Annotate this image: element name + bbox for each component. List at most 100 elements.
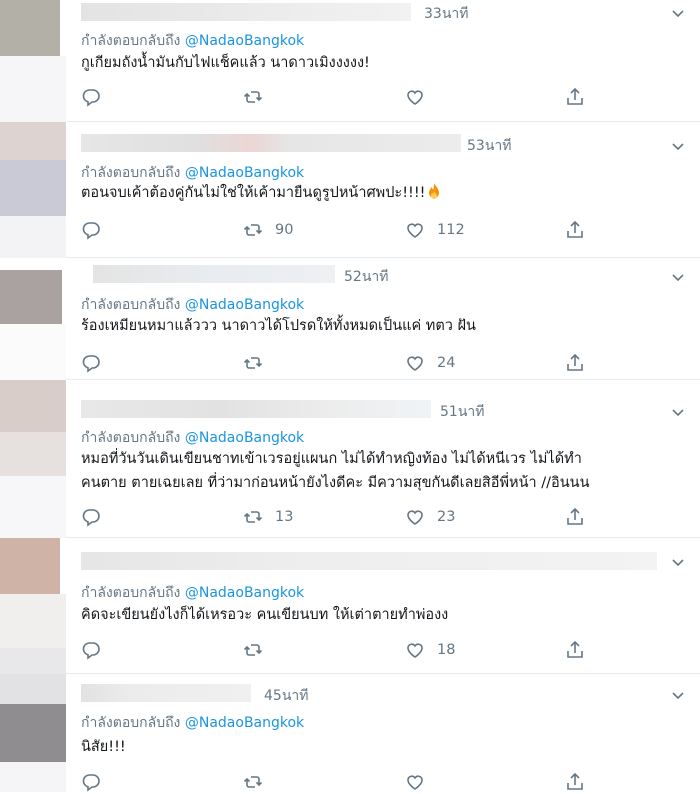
share-button[interactable] bbox=[565, 351, 585, 375]
mention-link[interactable]: @NadaoBangkok bbox=[185, 33, 304, 49]
like-button[interactable] bbox=[405, 85, 437, 109]
chevron-down-icon[interactable] bbox=[670, 687, 686, 703]
mention-link[interactable]: @NadaoBangkok bbox=[185, 165, 304, 181]
tweet-actions: 90 112 bbox=[81, 218, 601, 242]
reply-to-line: กำลังตอบกลับถึง @NadaoBangkok bbox=[81, 297, 305, 313]
tweet-text: กูเกียมถังน้ำมันกับไฟแช็คแล้ว นาดาวเมิงง… bbox=[81, 55, 370, 71]
like-icon bbox=[407, 643, 423, 658]
share-button[interactable] bbox=[565, 218, 585, 242]
share-icon bbox=[567, 640, 583, 658]
like-icon bbox=[407, 510, 423, 525]
retweet-icon bbox=[243, 91, 263, 103]
reply-button[interactable] bbox=[81, 505, 101, 529]
like-icon bbox=[407, 90, 423, 105]
mention-link[interactable]: @NadaoBangkok bbox=[185, 297, 304, 313]
like-count: 18 bbox=[437, 642, 456, 658]
reply-button[interactable] bbox=[81, 85, 101, 109]
timestamp[interactable]: 33นาที bbox=[424, 3, 468, 25]
retweet-icon bbox=[243, 357, 263, 369]
retweet-count: 13 bbox=[275, 509, 294, 525]
tweet[interactable]: 53นาที กำลังตอบกลับถึง @NadaoBangkok ตอน… bbox=[0, 122, 700, 258]
like-button[interactable]: 24 bbox=[405, 351, 455, 375]
tweet-text: นิสัย!!! bbox=[81, 739, 126, 755]
reply-icon bbox=[82, 355, 100, 373]
retweet-icon bbox=[243, 644, 263, 656]
display-name-redacted[interactable] bbox=[93, 265, 335, 283]
share-icon bbox=[567, 772, 583, 790]
share-icon bbox=[567, 353, 583, 371]
mention-link[interactable]: @NadaoBangkok bbox=[185, 585, 304, 601]
reply-to-line: กำลังตอบกลับถึง @NadaoBangkok bbox=[81, 165, 305, 181]
tweet-text: ตอนจบเค้าต้องคู่กันไม่ใช่ให้เค้ามายืนดูร… bbox=[81, 182, 443, 205]
reply-icon bbox=[82, 642, 100, 660]
display-name-redacted[interactable] bbox=[81, 552, 657, 570]
reply-to-line: กำลังตอบกลับถึง @NadaoBangkok bbox=[81, 715, 305, 731]
tweet-text-line: หมอที่วันวันเดินเขียนชาทเข้าเวรอยู่แผนก … bbox=[81, 451, 582, 467]
chevron-down-icon[interactable] bbox=[670, 5, 686, 21]
like-count: 23 bbox=[437, 509, 456, 525]
reply-icon bbox=[82, 774, 100, 792]
fire-emoji-icon bbox=[429, 183, 440, 199]
tweet[interactable]: 51นาที กำลังตอบกลับถึง @NadaoBangkok หมอ… bbox=[0, 380, 700, 538]
retweet-button[interactable] bbox=[243, 85, 275, 109]
chevron-down-icon[interactable] bbox=[670, 138, 686, 154]
chevron-down-icon[interactable] bbox=[670, 269, 686, 285]
retweet-icon bbox=[243, 776, 263, 788]
like-count: 112 bbox=[437, 222, 465, 238]
chevron-down-icon[interactable] bbox=[670, 554, 686, 570]
tweet[interactable]: 45นาที กำลังตอบกลับถึง @NadaoBangkok นิส… bbox=[0, 674, 700, 792]
reply-button[interactable] bbox=[81, 218, 101, 242]
share-button[interactable] bbox=[565, 505, 585, 529]
retweet-button[interactable] bbox=[243, 770, 275, 794]
reply-icon bbox=[82, 222, 100, 240]
tweet[interactable]: 52นาที กำลังตอบกลับถึง @NadaoBangkok ร้อ… bbox=[0, 258, 700, 380]
reply-to-line: กำลังตอบกลับถึง @NadaoBangkok bbox=[81, 585, 305, 601]
share-button[interactable] bbox=[565, 638, 585, 662]
reply-to-line: กำลังตอบกลับถึง @NadaoBangkok bbox=[81, 430, 305, 446]
display-name-redacted[interactable] bbox=[81, 134, 461, 152]
retweet-button[interactable]: 90 bbox=[243, 218, 293, 242]
tweet-actions: 18 bbox=[81, 638, 601, 662]
reply-button[interactable] bbox=[81, 351, 101, 375]
share-button[interactable] bbox=[565, 85, 585, 109]
like-icon bbox=[407, 223, 423, 238]
retweet-button[interactable] bbox=[243, 638, 275, 662]
timestamp[interactable]: 45นาที bbox=[264, 685, 308, 707]
like-icon bbox=[407, 775, 423, 790]
retweet-icon bbox=[243, 224, 263, 236]
reply-icon bbox=[82, 509, 100, 527]
tweet-text-line: คนตาย ตายเฉยเลย ที่ว่ามาก่อนหน้ายังไงดีค… bbox=[81, 475, 590, 491]
tweet-text: คิดจะเขียนยังไงก็ได้เหรอวะ คนเขียนบท ให้… bbox=[81, 607, 449, 623]
like-count: 24 bbox=[437, 355, 456, 371]
tweet-actions bbox=[81, 85, 601, 109]
like-button[interactable] bbox=[405, 770, 437, 794]
display-name-redacted[interactable] bbox=[81, 684, 251, 702]
reply-button[interactable] bbox=[81, 770, 101, 794]
timestamp[interactable]: 53นาที bbox=[467, 135, 511, 157]
reply-icon bbox=[82, 89, 100, 107]
timestamp[interactable]: 51นาที bbox=[440, 401, 484, 423]
share-button[interactable] bbox=[565, 770, 585, 794]
tweet-actions bbox=[81, 770, 601, 794]
retweet-count: 90 bbox=[275, 222, 294, 238]
mention-link[interactable]: @NadaoBangkok bbox=[185, 715, 304, 731]
retweet-icon bbox=[243, 511, 263, 523]
like-icon bbox=[407, 356, 423, 371]
reply-button[interactable] bbox=[81, 638, 101, 662]
tweet-text: ร้องเหมียนหมาแล้ววว นาดาวได้โปรดให้ทั้งห… bbox=[81, 318, 476, 334]
like-button[interactable]: 112 bbox=[405, 218, 465, 242]
like-button[interactable]: 23 bbox=[405, 505, 455, 529]
display-name-redacted[interactable] bbox=[81, 400, 431, 418]
tweet[interactable]: 33นาที กำลังตอบกลับถึง @NadaoBangkok กูเ… bbox=[0, 0, 700, 122]
tweet-actions: 13 23 bbox=[81, 505, 601, 529]
mention-link[interactable]: @NadaoBangkok bbox=[185, 430, 304, 446]
like-button[interactable]: 18 bbox=[405, 638, 455, 662]
tweet[interactable]: กำลังตอบกลับถึง @NadaoBangkok คิดจะเขียน… bbox=[0, 538, 700, 674]
timestamp[interactable]: 52นาที bbox=[344, 266, 388, 288]
retweet-button[interactable] bbox=[243, 351, 275, 375]
retweet-button[interactable]: 13 bbox=[243, 505, 293, 529]
share-icon bbox=[567, 220, 583, 238]
display-name-redacted[interactable] bbox=[81, 3, 411, 21]
share-icon bbox=[567, 87, 583, 105]
chevron-down-icon[interactable] bbox=[670, 404, 686, 420]
